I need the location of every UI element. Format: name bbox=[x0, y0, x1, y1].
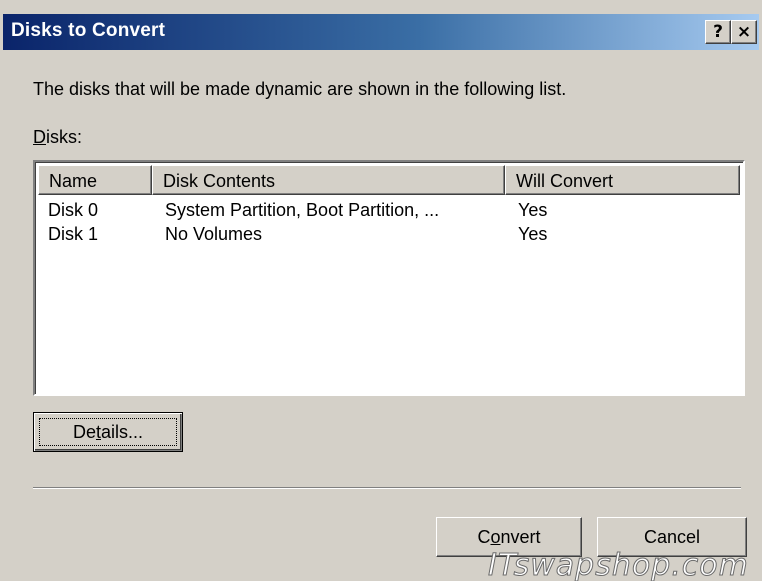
disks-label: Disks: bbox=[33, 127, 82, 148]
intro-text: The disks that will be made dynamic are … bbox=[33, 79, 567, 99]
column-header-will-convert[interactable]: Will Convert bbox=[505, 165, 740, 195]
watermark: ITswapshop.com bbox=[488, 548, 749, 581]
cell-name: Disk 0 bbox=[48, 200, 99, 220]
page-edge bbox=[762, 0, 766, 581]
dialog-title: Disks to Convert bbox=[11, 20, 166, 41]
list-header: Name Disk Contents Will Convert bbox=[38, 165, 742, 197]
cell-name: Disk 1 bbox=[48, 224, 99, 244]
details-button-label: Details... bbox=[73, 422, 143, 442]
disks-to-convert-dialog: Disks to Convert ? × The disks that will… bbox=[0, 0, 762, 581]
convert-label-post: nvert bbox=[500, 527, 541, 547]
separator bbox=[33, 487, 741, 489]
disks-list[interactable]: Name Disk Contents Will Convert Disk 0 S… bbox=[33, 160, 745, 396]
help-button[interactable]: ? bbox=[705, 20, 731, 44]
title-bar[interactable]: Disks to Convert ? × bbox=[3, 14, 759, 50]
cell-disk-contents: System Partition, Boot Partition, ... bbox=[165, 200, 440, 220]
convert-label-pre: C bbox=[477, 527, 491, 547]
cell-disk-contents: No Volumes bbox=[165, 224, 263, 244]
column-header-disk-contents[interactable]: Disk Contents bbox=[152, 165, 505, 195]
details-label-pre: De bbox=[72, 422, 96, 442]
cell-will-convert: Yes bbox=[518, 200, 548, 220]
column-header-name[interactable]: Name bbox=[38, 165, 152, 195]
disks-label-accelerator: D bbox=[33, 127, 46, 147]
list-item[interactable]: Disk 1 No Volumes Yes bbox=[38, 222, 742, 246]
close-button[interactable]: × bbox=[731, 20, 757, 44]
disks-label-text: isks: bbox=[46, 127, 82, 147]
cell-will-convert: Yes bbox=[518, 224, 548, 244]
list-item[interactable]: Disk 0 System Partition, Boot Partition,… bbox=[38, 198, 742, 222]
details-button[interactable]: Details... bbox=[33, 412, 183, 452]
convert-label-accelerator: o bbox=[490, 527, 501, 547]
details-label-post: ails... bbox=[101, 422, 144, 442]
